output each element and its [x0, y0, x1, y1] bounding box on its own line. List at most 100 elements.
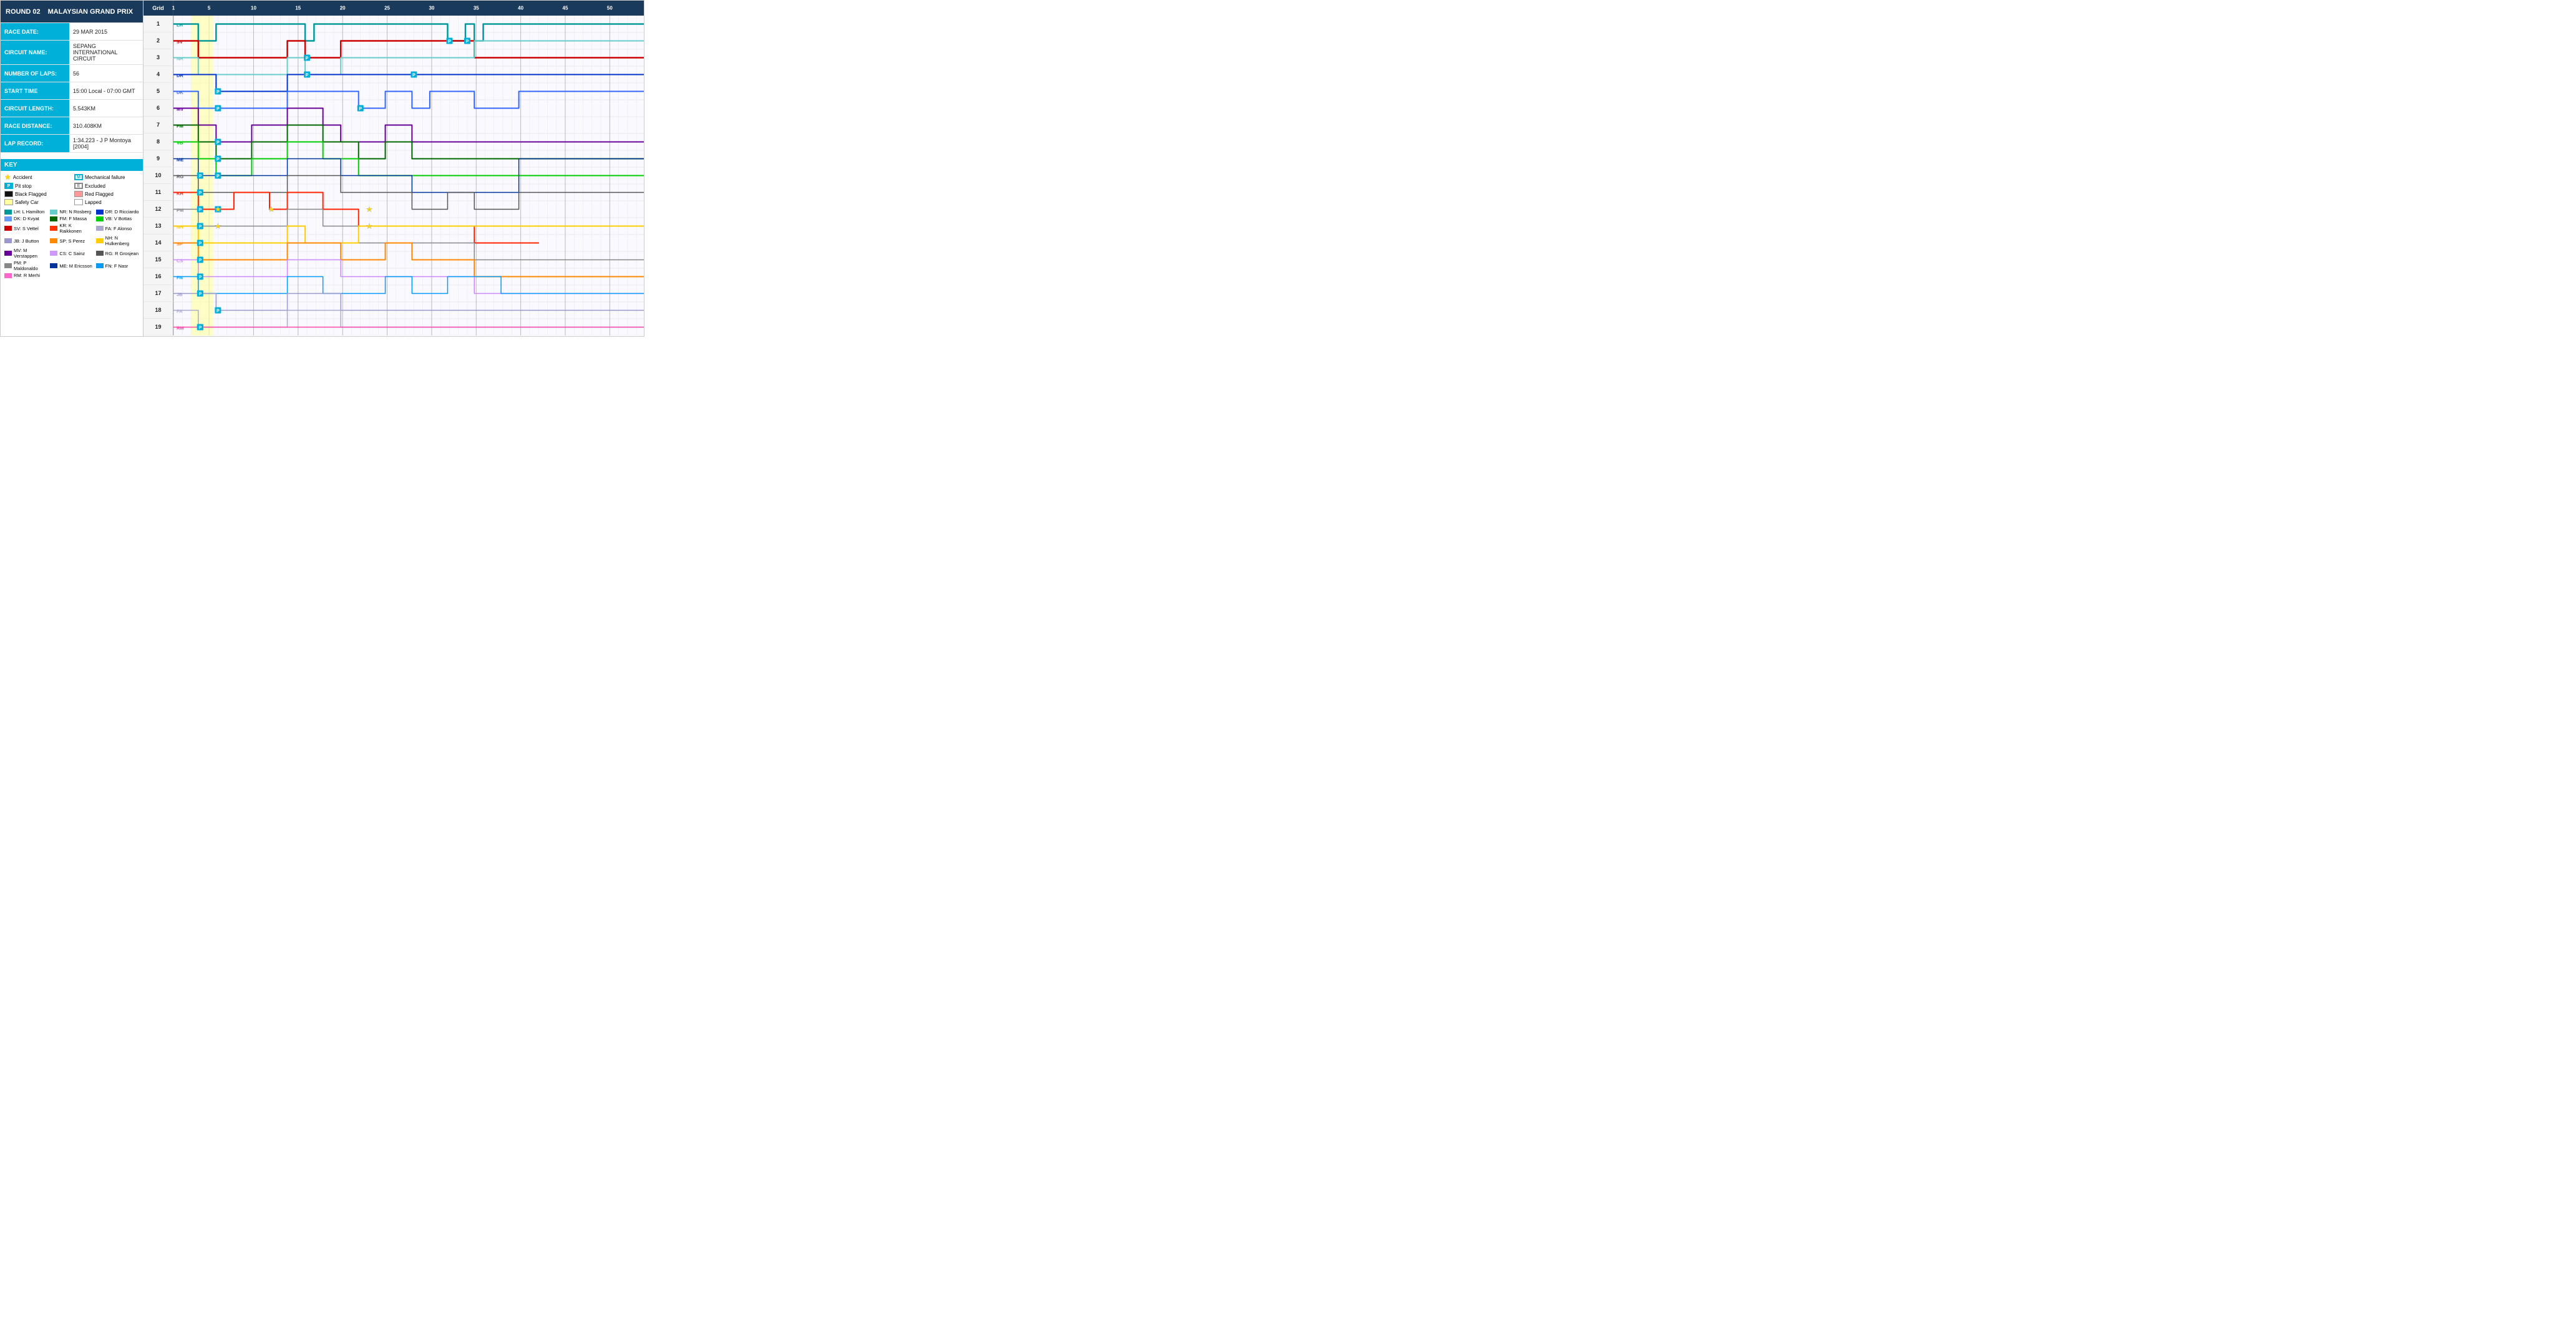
- start-time-label: START TIME: [1, 82, 69, 99]
- svg-text:VB: VB: [177, 140, 183, 146]
- pos-label-10: 10: [143, 167, 173, 184]
- pos-label-5: 5: [143, 83, 173, 100]
- svg-text:JB: JB: [177, 292, 183, 298]
- red-flag-icon: [74, 191, 83, 197]
- key-mechanical: M Mechanical failure: [74, 173, 139, 181]
- driver-me: ME: M Ericsson: [50, 260, 93, 271]
- svg-text:RG: RG: [177, 174, 183, 180]
- left-panel: ROUND 02 MALAYSIAN GRAND PRIX RACE DATE:…: [0, 0, 143, 337]
- svg-text:P: P: [198, 242, 202, 246]
- chart-grid: PPPPPPPPPPPPPPPPPPPPPPP★★★★★LHSVNRDRDKMV…: [173, 16, 644, 336]
- lap-tick-25: 25: [384, 6, 390, 11]
- event-header: ROUND 02 MALAYSIAN GRAND PRIX: [1, 1, 143, 22]
- round-label: ROUND 02: [6, 8, 41, 16]
- driver-cs: CS: C Sainz: [50, 248, 93, 259]
- svg-text:DK: DK: [177, 90, 183, 95]
- driver-legend: LH: L HamiltonNR: N RosbergDR: D Ricciar…: [4, 209, 139, 278]
- num-laps-value: 56: [69, 65, 143, 82]
- mechanical-icon: M: [74, 174, 83, 180]
- driver-nh: NH: N Hulkenberg: [96, 235, 139, 246]
- svg-text:P: P: [198, 225, 202, 230]
- black-flag-label: Black Flagged: [15, 191, 47, 197]
- lap-tick-40: 40: [518, 6, 523, 11]
- lap-record-value: 1:34.223 - J P Montoya [2004]: [69, 135, 143, 152]
- lapped-icon: [74, 199, 83, 205]
- svg-text:P: P: [306, 74, 309, 78]
- svg-text:ME: ME: [177, 157, 183, 163]
- driver-jb: JB: J Button: [4, 235, 47, 246]
- svg-text:★: ★: [366, 222, 373, 231]
- start-time-row: START TIME 15:00 Local - 07:00 GMT: [1, 82, 143, 100]
- race-date-row: RACE DATE: 29 MAR 2015: [1, 23, 143, 41]
- pos-label-2: 2: [143, 32, 173, 49]
- lap-tick-1: 1: [172, 6, 175, 11]
- driver-fa: FA: F Alonso: [96, 223, 139, 234]
- svg-text:KR: KR: [177, 191, 183, 196]
- pos-label-8: 8: [143, 133, 173, 150]
- driver-vb: VB: V Bottas: [96, 216, 139, 221]
- lap-tick-45: 45: [563, 6, 568, 11]
- svg-text:P: P: [412, 74, 416, 78]
- lap-tick-50: 50: [607, 6, 613, 11]
- driver-mv: MV: M Verstappen: [4, 248, 47, 259]
- race-date-value: 29 MAR 2015: [69, 23, 143, 40]
- pos-label-4: 4: [143, 66, 173, 83]
- safety-car-label: Safety Car: [15, 200, 39, 205]
- svg-text:★: ★: [268, 205, 275, 214]
- svg-text:P: P: [216, 158, 220, 162]
- svg-text:P: P: [216, 175, 220, 179]
- chart-body: 12345678910111213141516171819 PPPPPPPPPP…: [143, 16, 644, 336]
- race-chart-svg: PPPPPPPPPPPPPPPPPPPPPPP★★★★★LHSVNRDRDKMV…: [173, 16, 644, 336]
- pos-label-7: 7: [143, 117, 173, 133]
- svg-text:P: P: [216, 107, 220, 112]
- pos-label-16: 16: [143, 268, 173, 285]
- key-title: KEY: [1, 159, 143, 171]
- svg-text:FN: FN: [177, 275, 183, 281]
- lap-tick-20: 20: [340, 6, 346, 11]
- lap-tick-35: 35: [474, 6, 479, 11]
- key-accident: ★ Accident: [4, 173, 69, 181]
- start-time-value: 15:00 Local - 07:00 GMT: [69, 82, 143, 99]
- lap-tick-30: 30: [429, 6, 434, 11]
- red-flag-label: Red Flagged: [85, 191, 114, 197]
- svg-text:★: ★: [366, 205, 373, 214]
- pos-label-13: 13: [143, 218, 173, 235]
- pitstop-icon: P: [4, 183, 13, 189]
- driver-fn: FN: F Nasr: [96, 260, 139, 271]
- svg-text:P: P: [198, 276, 202, 280]
- svg-text:SP: SP: [177, 241, 183, 247]
- event-name: MALAYSIAN GRAND PRIX: [48, 8, 134, 16]
- pos-label-3: 3: [143, 49, 173, 66]
- key-lapped: Lapped: [74, 199, 139, 205]
- driver-fm: FM: F Massa: [50, 216, 93, 221]
- lap-tick-10: 10: [251, 6, 256, 11]
- key-section: KEY ★ Accident M Mechanical failure P Pi…: [1, 159, 143, 281]
- circuit-length-row: CIRCUIT LENGTH: 5.543KM: [1, 100, 143, 117]
- position-labels: 12345678910111213141516171819: [143, 16, 173, 336]
- accident-label: Accident: [13, 175, 32, 180]
- race-distance-value: 310.408KM: [69, 117, 143, 134]
- svg-text:NR: NR: [177, 56, 183, 62]
- svg-text:P: P: [448, 40, 451, 44]
- circuit-name-row: CIRCUIT NAME: SEPANG INTERNATIONAL CIRCU…: [1, 41, 143, 65]
- pos-label-1: 1: [143, 16, 173, 32]
- driver-lh: LH: L Hamilton: [4, 209, 47, 215]
- chart-header: Grid 1510152025303540455056: [143, 1, 644, 16]
- mechanical-label: Mechanical failure: [85, 175, 125, 180]
- black-flag-icon: [4, 191, 13, 197]
- key-excluded: E Excluded: [74, 183, 139, 189]
- lap-numbers-header: 1510152025303540455056: [173, 1, 644, 16]
- pos-label-12: 12: [143, 201, 173, 218]
- svg-text:LH: LH: [177, 22, 183, 28]
- driver-rg: RG: R Grosjean: [96, 248, 139, 259]
- key-safety-car: Safety Car: [4, 199, 69, 205]
- key-red-flag: Red Flagged: [74, 191, 139, 197]
- chart-area: Grid 1510152025303540455056 123456789101…: [143, 0, 644, 337]
- svg-text:SV: SV: [177, 39, 183, 45]
- svg-text:DR: DR: [177, 73, 183, 79]
- svg-text:P: P: [198, 326, 202, 331]
- driver-dr: DR: D Ricciardo: [96, 209, 139, 215]
- circuit-name-label: CIRCUIT NAME:: [1, 41, 69, 64]
- svg-text:★: ★: [215, 222, 221, 231]
- driver-sp: SP: S Perez: [50, 235, 93, 246]
